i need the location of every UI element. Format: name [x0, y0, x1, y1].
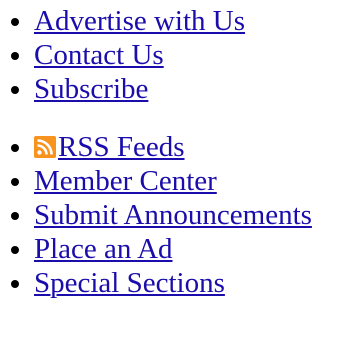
list-item-special-sections: Special Sections [8, 266, 352, 300]
special-sections-link[interactable]: Special Sections [34, 267, 225, 299]
bullet [11, 280, 19, 288]
place-an-ad-link[interactable]: Place an Ad [34, 233, 173, 265]
bullet [11, 144, 19, 152]
bullet [11, 178, 19, 186]
list-item-advertise: Advertise with Us [8, 4, 352, 38]
contact-us-link[interactable]: Contact Us [34, 39, 164, 71]
submit-announcements-link[interactable]: Submit Announcements [34, 199, 312, 231]
list-item-submit-announcements: Submit Announcements [8, 198, 352, 232]
bullet [11, 246, 19, 254]
rss-feeds-label: RSS Feeds [58, 131, 185, 163]
list-item-rss: RSS Feeds [8, 130, 352, 164]
subscribe-link[interactable]: Subscribe [34, 73, 148, 105]
member-center-link[interactable]: Member Center [34, 165, 217, 197]
footer-links-top: Advertise with Us Contact Us Subscribe [0, 4, 352, 106]
advertise-with-us-link[interactable]: Advertise with Us [34, 5, 245, 37]
bullet [11, 212, 19, 220]
bullet [11, 18, 19, 26]
list-item-place-ad: Place an Ad [8, 232, 352, 266]
bullet [11, 52, 19, 60]
footer-links-bottom: RSS Feeds Member Center Submit Announcem… [0, 130, 352, 300]
rss-feed-icon [34, 136, 56, 158]
rss-feeds-link[interactable]: RSS Feeds [34, 131, 185, 163]
bullet [11, 86, 19, 94]
list-item-subscribe: Subscribe [8, 72, 352, 106]
list-item-contact: Contact Us [8, 38, 352, 72]
list-item-member-center: Member Center [8, 164, 352, 198]
